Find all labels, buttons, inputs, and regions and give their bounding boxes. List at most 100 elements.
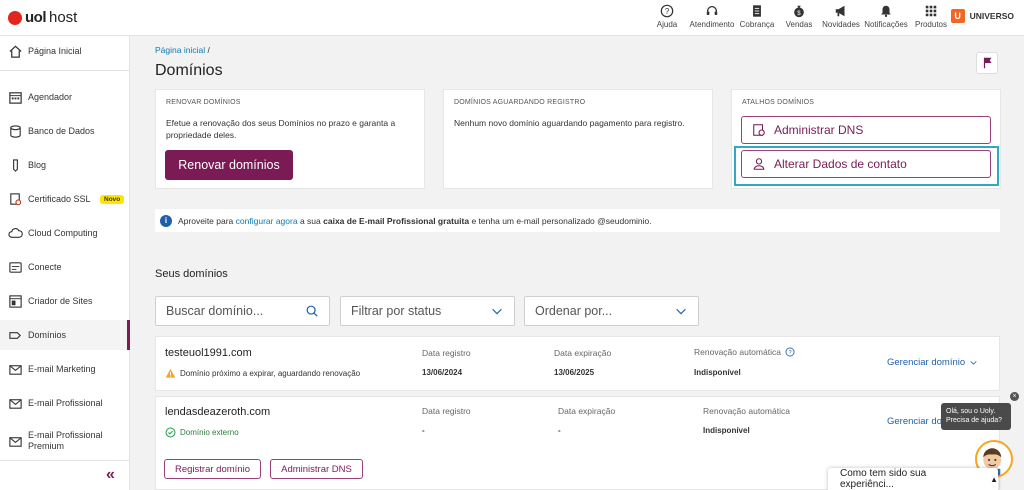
sidebar-item-pagina-inicial[interactable]: Página Inicial: [0, 36, 130, 66]
auto-renewal-header: Renovação automática ?: [694, 347, 795, 357]
nav-notificacoes[interactable]: Notificações: [862, 4, 910, 29]
logo-dot-icon: [8, 10, 22, 25]
svg-text:?: ?: [788, 350, 791, 356]
sidebar-item-conecte[interactable]: Conecte: [0, 252, 130, 282]
sidebar: Página Inicial Agendador Banco de Dados …: [0, 36, 130, 490]
sidebar-item-label: Página Inicial: [28, 45, 82, 56]
nav-label: Novidades: [822, 20, 860, 29]
universo-label: UNIVERSO: [969, 11, 1014, 21]
sidebar-item-email-profissional-premium[interactable]: E-mail Profissional Premium: [0, 426, 130, 456]
close-tooltip-icon[interactable]: ×: [1010, 392, 1019, 401]
shortcut-label: Administrar DNS: [774, 123, 864, 137]
sidebar-item-label: Banco de Dados: [28, 125, 95, 136]
domain-name: lendasdeazeroth.com: [165, 406, 271, 418]
nav-produtos[interactable]: Produtos: [910, 4, 952, 29]
card-title: DOMÍNIOS AGUARDANDO REGISTRO: [454, 99, 586, 106]
site-builder-icon: [9, 294, 22, 308]
logo-host: host: [49, 9, 78, 26]
sidebar-item-email-marketing[interactable]: E-mail Marketing: [0, 354, 130, 384]
nav-label: Notificações: [864, 20, 908, 29]
uol-host-logo[interactable]: uol host: [8, 9, 77, 26]
megaphone-icon: [835, 5, 845, 17]
pen-icon: [13, 158, 18, 172]
administrar-dns-shortcut[interactable]: Administrar DNS: [741, 116, 991, 144]
search-input[interactable]: Buscar domínio...: [155, 296, 330, 326]
nav-ajuda[interactable]: ? Ajuda: [646, 4, 688, 29]
collapse-sidebar-icon[interactable]: «: [106, 466, 115, 484]
sidebar-item-certificado-ssl[interactable]: Certificado SSL Novo: [0, 184, 130, 214]
manage-domain-button[interactable]: Gerenciar do: [887, 416, 942, 427]
domain-status: Domínio próximo a expirar, aguardando re…: [165, 368, 360, 379]
email-promo-banner: i Aproveite para configurar agora a sua …: [155, 209, 1000, 232]
database-icon: [10, 124, 21, 138]
registration-label: Data registro: [422, 406, 471, 416]
registration-date: 13/06/2024: [422, 368, 463, 377]
domain-icon: [9, 331, 21, 339]
nav-novidades[interactable]: Novidades: [820, 4, 862, 29]
sidebar-item-email-profissional[interactable]: E-mail Profissional: [0, 388, 130, 418]
svg-text:$: $: [797, 10, 801, 17]
mail-marketing-icon: [9, 364, 22, 375]
auto-renewal-value: Indisponível: [694, 368, 741, 377]
grid-icon: [925, 5, 937, 17]
sidebar-divider: [0, 460, 130, 461]
universo-badge-icon: U: [950, 9, 965, 23]
check-circle-icon: [165, 427, 176, 438]
card-text: Efetue a renovação dos seus Domínios no …: [166, 118, 396, 140]
sidebar-item-label: Agendador: [28, 91, 73, 102]
domain-name: testeuol1991.com: [165, 347, 252, 359]
info-icon: i: [160, 214, 172, 227]
promo-prefix: Aproveite para: [178, 215, 234, 226]
card-title: RENOVAR DOMÍNIOS: [166, 99, 241, 106]
auto-renewal-value: Indisponível: [703, 426, 750, 435]
register-domain-button[interactable]: Registrar domínio: [164, 459, 261, 479]
flag-icon: [983, 57, 992, 69]
configurar-agora-link[interactable]: configurar agora: [236, 216, 298, 226]
caret-up-icon: ▲: [990, 474, 998, 484]
chevron-down-icon: [492, 308, 502, 315]
cloud-icon: [8, 227, 23, 238]
feedback-bar[interactable]: Como tem sido sua experiênci... ▲: [828, 468, 998, 490]
nav-atendimento[interactable]: Atendimento: [688, 4, 736, 29]
administrar-dns-button[interactable]: Administrar DNS: [270, 459, 363, 479]
order-label: Ordenar por...: [535, 304, 613, 318]
order-select[interactable]: Ordenar por...: [524, 296, 699, 326]
warning-icon: [165, 369, 176, 378]
section-title: Seus domínios: [155, 268, 228, 280]
chat-tooltip: Olá, sou o Uoly. Precisa de ajuda?: [941, 403, 1011, 430]
breadcrumb-home-link[interactable]: Página inicial: [155, 45, 205, 55]
breadcrumb: Página inicial /: [155, 45, 210, 55]
universo-button[interactable]: U UNIVERSO: [950, 9, 1014, 23]
tooltip-line: Olá, sou o Uoly.: [946, 408, 996, 415]
manage-domain-button[interactable]: Gerenciar domínio: [887, 357, 978, 368]
svg-text:?: ?: [665, 7, 670, 16]
focus-outline: [734, 146, 999, 186]
home-icon: [9, 45, 22, 58]
status-filter-select[interactable]: Filtrar por status: [340, 296, 515, 326]
search-icon[interactable]: [305, 304, 319, 318]
calendar-icon: [9, 91, 22, 104]
search-placeholder: Buscar domínio...: [166, 304, 264, 318]
sidebar-item-label: Criador de Sites: [28, 295, 93, 306]
top-nav: ? Ajuda Atendimento Cobrança $ Vendas No…: [646, 4, 952, 29]
renew-domains-button[interactable]: Renovar domínios: [165, 150, 293, 180]
sidebar-item-label: E-mail Profissional: [28, 397, 103, 408]
help-circle-icon[interactable]: ?: [785, 347, 795, 357]
chevron-down-icon: [676, 308, 686, 315]
card-text: Nenhum novo domínio aguardando pagamento…: [454, 118, 685, 128]
expiration-label: Data expiração: [554, 348, 612, 358]
promo-middle: a sua: [299, 215, 321, 226]
promo-bold: caixa de E-mail Profissional gratuita: [323, 215, 470, 226]
headset-icon: [706, 5, 718, 15]
sidebar-item-label: Blog: [28, 159, 47, 170]
sidebar-item-banco-de-dados[interactable]: Banco de Dados: [0, 116, 130, 146]
sidebar-item-agendador[interactable]: Agendador: [0, 82, 130, 112]
tooltip-line: Precisa de ajuda?: [946, 417, 1003, 424]
nav-cobranca[interactable]: Cobrança: [736, 4, 778, 29]
sidebar-item-dominios[interactable]: Domínios: [0, 320, 130, 350]
flag-button[interactable]: [976, 52, 998, 74]
sidebar-item-cloud-computing[interactable]: Cloud Computing: [0, 218, 130, 248]
sidebar-item-blog[interactable]: Blog: [0, 150, 130, 180]
sidebar-item-criador-de-sites[interactable]: Criador de Sites: [0, 286, 130, 316]
nav-vendas[interactable]: $ Vendas: [778, 4, 820, 29]
